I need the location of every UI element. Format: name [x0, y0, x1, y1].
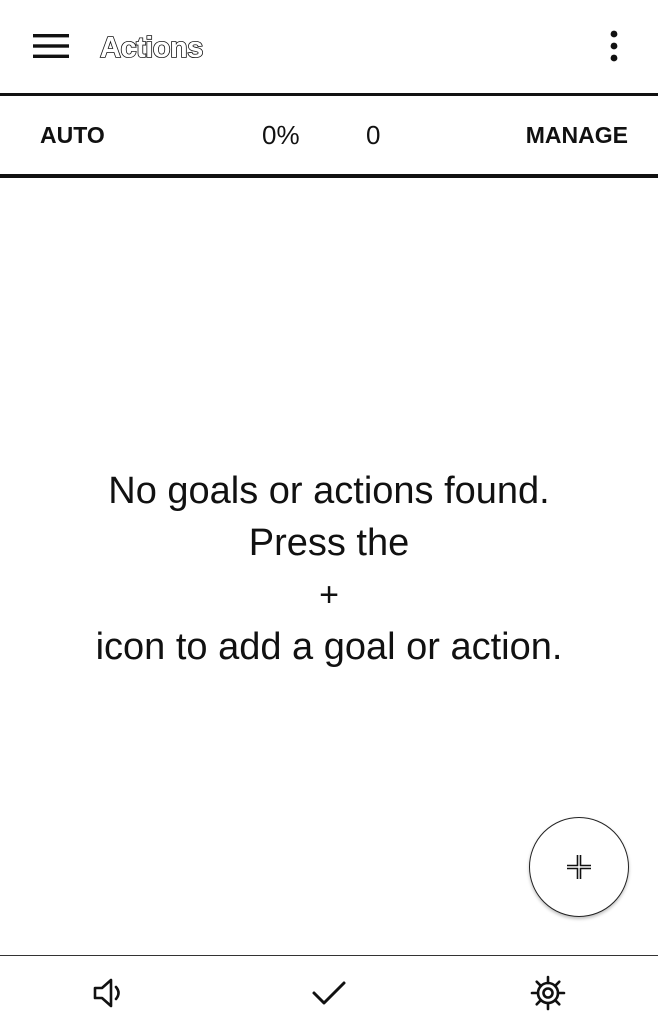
add-icon	[564, 852, 594, 882]
empty-state-line-3: icon to add a goal or action.	[95, 626, 563, 668]
manage-button[interactable]: MANAGE	[526, 96, 628, 174]
hamburger-menu-icon	[33, 33, 69, 59]
complete-button[interactable]	[304, 968, 354, 1018]
page-title: Actions	[99, 31, 204, 65]
empty-state-line-2: Press the	[248, 522, 410, 564]
action-count: 0	[366, 120, 381, 150]
empty-state-line-1: No goals or actions found.	[108, 470, 550, 512]
overflow-menu-button[interactable]	[592, 22, 636, 70]
settings-button[interactable]	[523, 968, 573, 1018]
settings-gear-icon	[529, 974, 567, 1012]
menu-button[interactable]	[22, 24, 80, 68]
empty-state-message: No goals or actions found. Press the + i…	[0, 465, 658, 673]
plus-glyph: +	[319, 576, 339, 614]
auto-button[interactable]: AUTO	[40, 96, 105, 174]
app-bar: Actions	[0, 0, 658, 93]
bottom-navigation	[0, 956, 658, 1024]
status-divider	[0, 174, 658, 178]
sound-button[interactable]	[85, 968, 135, 1018]
add-button[interactable]	[529, 817, 629, 917]
more-vertical-icon	[609, 30, 619, 62]
progress-percent: 0%	[262, 120, 300, 150]
speaker-icon	[92, 976, 128, 1010]
status-bar: AUTO 0% 0 MANAGE	[0, 96, 658, 174]
check-icon	[311, 978, 347, 1008]
